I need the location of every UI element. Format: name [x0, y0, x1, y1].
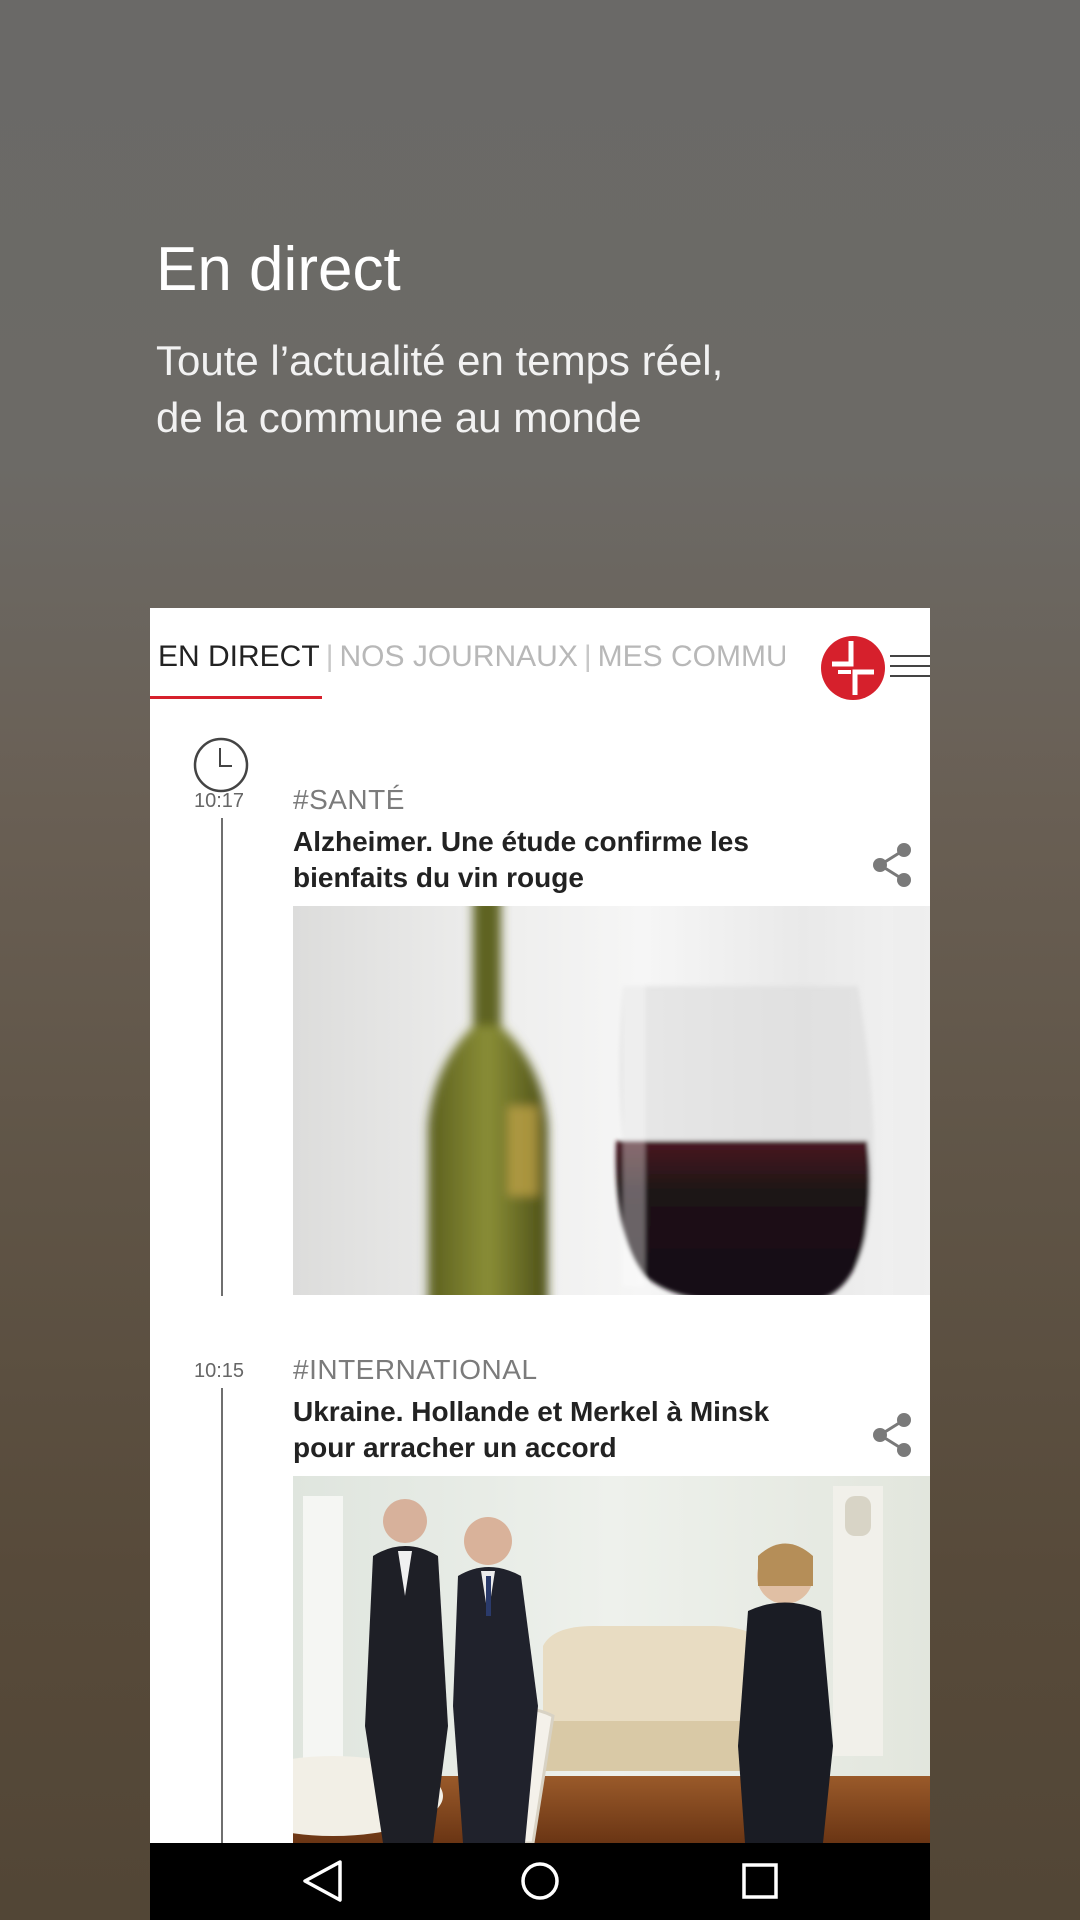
android-navigation-bar	[150, 1843, 930, 1920]
tab-en-direct[interactable]: EN DIRECT	[158, 640, 320, 673]
article-tag[interactable]: #SANTÉ	[293, 784, 405, 816]
tab-nos-journaux[interactable]: NOS JOURNAUX	[339, 640, 577, 673]
home-circle-icon[interactable]	[518, 1857, 562, 1905]
promo-subtitle: Toute l’actualité en temps réel, de la c…	[156, 337, 724, 441]
share-icon[interactable]	[870, 1412, 914, 1458]
recents-square-icon[interactable]	[738, 1857, 782, 1905]
timeline-line	[221, 1388, 223, 1843]
share-icon[interactable]	[870, 842, 914, 888]
timeline-line	[221, 818, 223, 1296]
article-time: 10:15	[194, 1360, 245, 1382]
tab-mes-communes[interactable]: MES COMMU	[598, 640, 788, 673]
clock-icon	[193, 737, 249, 793]
leaders-meeting-photo[interactable]	[293, 1476, 930, 1843]
top-bar: EN DIRECT | NOS JOURNAUX | MES COMMU	[150, 608, 930, 700]
article-headline[interactable]: Ukraine. Hollande et Merkel à Minsk pour…	[293, 1394, 793, 1466]
hamburger-menu-icon[interactable]	[890, 653, 930, 681]
tab-separator: |	[325, 640, 334, 673]
article-tag[interactable]: #INTERNATIONAL	[293, 1354, 538, 1386]
promo-title: En direct	[156, 235, 401, 304]
tab-separator: |	[583, 640, 592, 673]
news-feed: 10:17 #SANTÉ Alzheimer. Une étude confir…	[150, 700, 930, 1843]
app-screenshot-frame: EN DIRECT | NOS JOURNAUX | MES COMMU 10:17 #…	[150, 608, 930, 1920]
active-tab-indicator	[150, 696, 322, 699]
back-triangle-icon[interactable]	[300, 1857, 344, 1905]
article-time: 10:17	[194, 790, 245, 812]
wine-bottle-and-glass-photo[interactable]	[293, 906, 930, 1295]
ouest-france-logo-icon[interactable]	[820, 635, 886, 701]
article-headline[interactable]: Alzheimer. Une étude confirme les bienfa…	[293, 824, 793, 896]
